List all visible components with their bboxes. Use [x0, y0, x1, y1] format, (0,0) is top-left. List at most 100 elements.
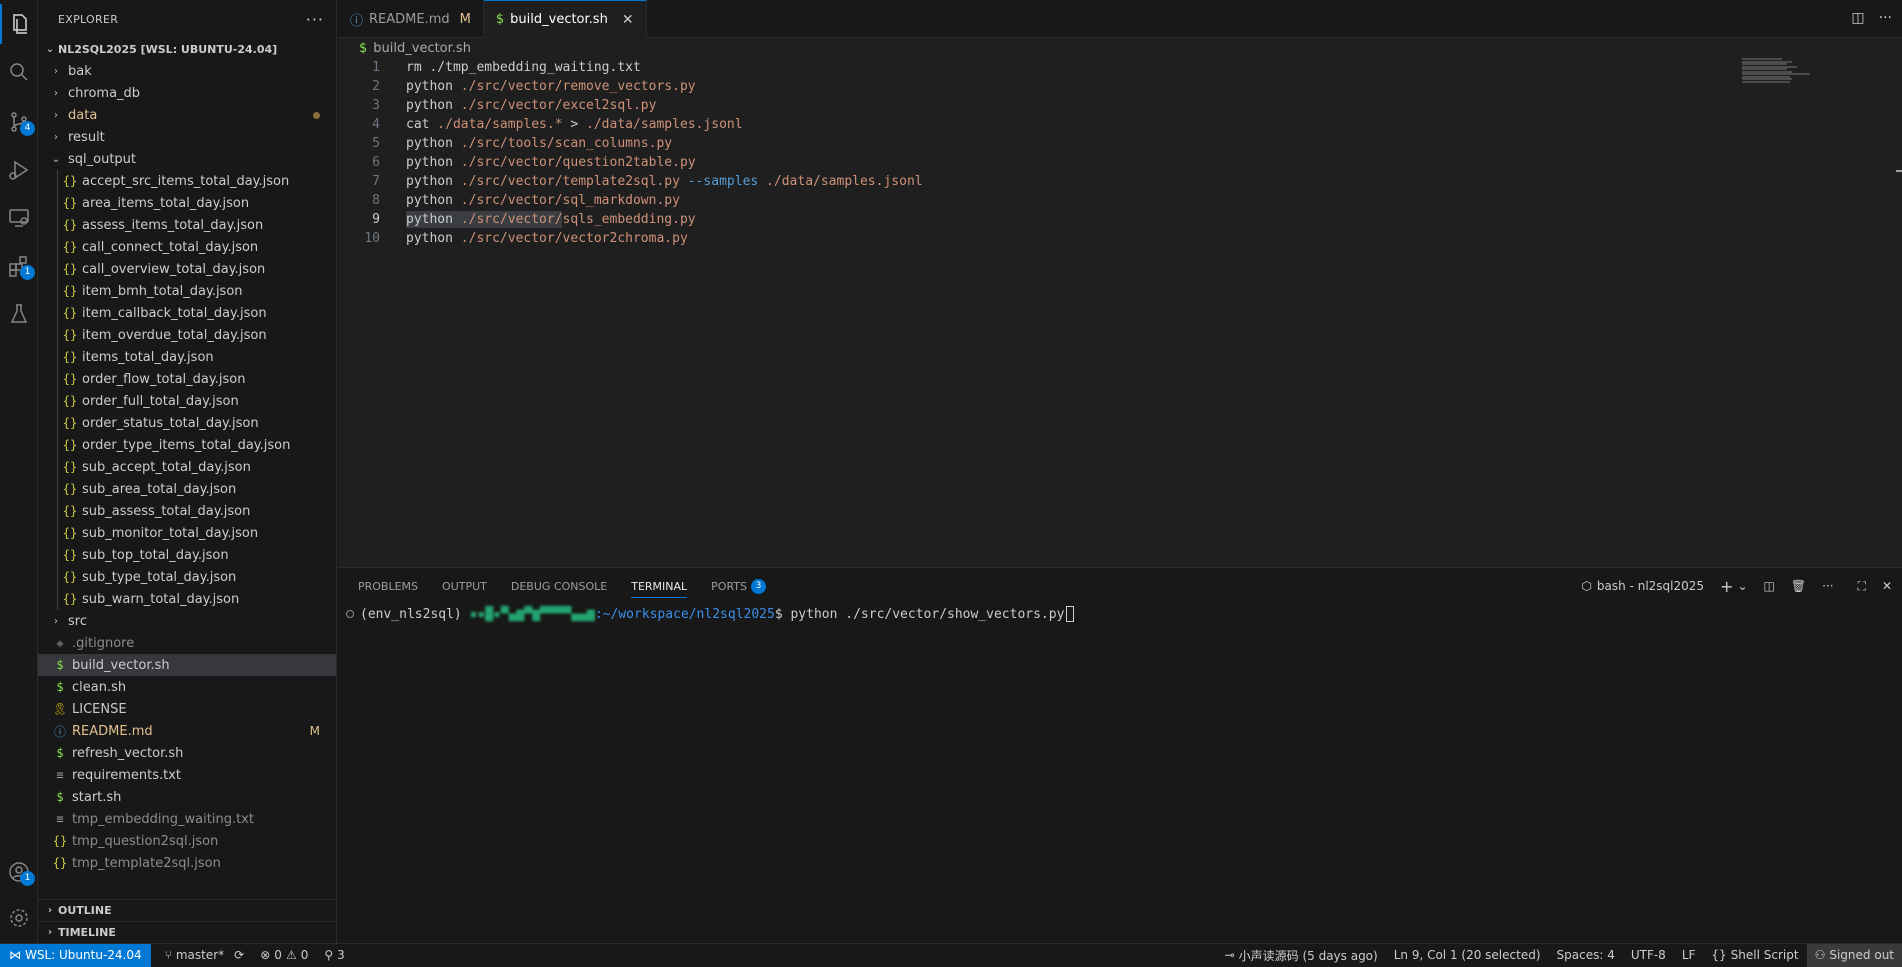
minimap[interactable] — [1742, 58, 1812, 83]
chevron-down-icon[interactable]: ⌄ — [1737, 579, 1747, 593]
encoding[interactable]: UTF-8 — [1623, 944, 1674, 967]
language-mode[interactable]: {} Shell Script — [1703, 944, 1806, 967]
workspace-root-folder[interactable]: ⌄ NL2SQL2025 [WSL: UBUNTU-24.04] — [38, 38, 336, 60]
code-line[interactable]: 4 cat ./data/samples.* > ./data/samples.j… — [338, 115, 1902, 134]
search-icon[interactable] — [0, 52, 38, 92]
file-item[interactable]: {} item_bmh_total_day.json — [38, 280, 336, 302]
file-item[interactable]: {} sub_monitor_total_day.json — [38, 522, 336, 544]
settings-gear-icon[interactable] — [0, 898, 38, 938]
file-item[interactable]: {} item_callback_total_day.json — [38, 302, 336, 324]
file-item[interactable]: {} assess_items_total_day.json — [38, 214, 336, 236]
file-item[interactable]: {} items_total_day.json — [38, 346, 336, 368]
file-item[interactable]: {} sub_top_total_day.json — [38, 544, 336, 566]
file-item[interactable]: $ build_vector.sh — [38, 654, 336, 676]
code-line[interactable]: 10 python ./src/vector/vector2chroma.py — [338, 229, 1902, 248]
sync-icon[interactable]: ⟳ — [234, 948, 244, 962]
split-editor-icon[interactable]: ◫ — [1851, 10, 1864, 26]
remote-explorer-icon[interactable] — [0, 198, 38, 238]
split-terminal-icon[interactable]: ◫ — [1764, 579, 1775, 593]
tab-label: DEBUG CONSOLE — [510, 579, 608, 593]
file-item[interactable]: {} sub_type_total_day.json — [38, 566, 336, 588]
source-control-icon[interactable]: 4 — [0, 102, 38, 142]
code-line[interactable]: 7 python ./src/vector/template2sql.py --s… — [338, 172, 1902, 191]
remote-icon: ⋈ — [9, 948, 21, 962]
folder-bak[interactable]: › bak — [38, 60, 336, 82]
remote-indicator[interactable]: ⋈ WSL: Ubuntu-24.04 — [0, 943, 151, 967]
file-item[interactable]: $ start.sh — [38, 786, 336, 808]
file-item[interactable]: ⓘ README.md M — [38, 720, 336, 742]
more-actions-icon[interactable]: ··· — [306, 10, 324, 29]
terminal-output[interactable]: (env_nls2sql) ▪▪█▪▀▄▆▀▆▀▀▀▀▄▄▆ :~/worksp… — [346, 604, 1075, 624]
code-line[interactable]: 5 python ./src/tools/scan_columns.py — [338, 134, 1902, 153]
code-line[interactable]: 1 rm ./tmp_embedding_waiting.txt — [338, 58, 1902, 77]
code-line[interactable]: 8 python ./src/vector/sql_markdown.py — [338, 191, 1902, 210]
cursor-position[interactable]: Ln 9, Col 1 (20 selected) — [1386, 944, 1549, 967]
timeline-section[interactable]: › TIMELINE — [38, 921, 337, 943]
folder-src[interactable]: › src — [38, 610, 336, 632]
code-line[interactable]: 9 python ./src/vector/sqls_embedding.py — [338, 210, 1902, 229]
file-item[interactable]: {} sub_area_total_day.json — [38, 478, 336, 500]
close-icon[interactable]: ✕ — [622, 12, 634, 28]
file-item[interactable]: {} area_items_total_day.json — [38, 192, 336, 214]
maximize-panel-icon[interactable]: ⛶ — [1858, 579, 1866, 594]
file-item[interactable]: {} accept_src_items_total_day.json — [38, 170, 336, 192]
file-item[interactable]: 🎗 LICENSE — [38, 698, 336, 720]
file-item[interactable]: {} sub_warn_total_day.json — [38, 588, 336, 610]
folder-result[interactable]: › result — [38, 126, 336, 148]
outline-section[interactable]: › OUTLINE — [38, 899, 337, 921]
code-editor[interactable]: 1 rm ./tmp_embedding_waiting.txt 2 python .… — [338, 58, 1902, 248]
file-item[interactable]: {} sub_assess_total_day.json — [38, 500, 336, 522]
tab-output[interactable]: OUTPUT — [442, 568, 487, 604]
account-status[interactable]: ⚇ Signed out — [1806, 943, 1902, 967]
end-of-line[interactable]: LF — [1674, 944, 1704, 967]
folder-chroma_db[interactable]: › chroma_db — [38, 82, 336, 104]
tab-readme[interactable]: ⓘ README.md M — [338, 0, 484, 38]
file-item[interactable]: {} order_status_total_day.json — [38, 412, 336, 434]
file-item[interactable]: ◈ .gitignore — [38, 632, 336, 654]
folder-sql_output[interactable]: ⌄ sql_output — [38, 148, 336, 170]
file-item[interactable]: {} tmp_template2sql.json — [38, 852, 336, 874]
file-item[interactable]: {} sub_accept_total_day.json — [38, 456, 336, 478]
file-item[interactable]: {} tmp_question2sql.json — [38, 830, 336, 852]
breadcrumb[interactable]: $ build_vector.sh — [338, 38, 1902, 58]
file-item[interactable]: $ clean.sh — [38, 676, 336, 698]
file-item[interactable]: {} call_overview_total_day.json — [38, 258, 336, 280]
code-line[interactable]: 2 python ./src/vector/remove_vectors.py — [338, 77, 1902, 96]
file-item[interactable]: $ refresh_vector.sh — [38, 742, 336, 764]
more-actions-icon[interactable]: ··· — [1879, 10, 1892, 26]
eol-label: LF — [1681, 948, 1696, 962]
accounts-icon[interactable]: 1 — [0, 852, 38, 892]
indentation[interactable]: Spaces: 4 — [1549, 944, 1623, 967]
tab-ports[interactable]: PORTS 3 — [711, 568, 766, 604]
new-terminal-icon[interactable]: + — [1720, 577, 1733, 596]
run-debug-icon[interactable] — [0, 150, 38, 190]
folder-data[interactable]: › data — [38, 104, 336, 126]
explorer-icon[interactable] — [0, 4, 38, 44]
more-actions-icon[interactable]: ··· — [1822, 579, 1833, 593]
terminal-selector[interactable]: ⬡ bash - nl2sql2025 — [1581, 579, 1704, 593]
tab-debug-console[interactable]: DEBUG CONSOLE — [511, 568, 607, 604]
file-item[interactable]: {} order_flow_total_day.json — [38, 368, 336, 390]
file-item[interactable]: {} item_overdue_total_day.json — [38, 324, 336, 346]
file-item[interactable]: ≡ requirements.txt — [38, 764, 336, 786]
tab-terminal[interactable]: TERMINAL — [631, 568, 687, 604]
close-panel-icon[interactable]: ✕ — [1882, 579, 1892, 593]
branch-indicator[interactable]: ⑂ master* ⟳ — [151, 944, 253, 967]
file-item[interactable]: {} order_full_total_day.json — [38, 390, 336, 412]
testing-icon[interactable] — [0, 294, 38, 334]
code-line[interactable]: 3 python ./src/vector/excel2sql.py — [338, 96, 1902, 115]
extensions-icon[interactable]: 1 — [0, 246, 38, 286]
code-line[interactable]: 6 python ./src/vector/question2table.py — [338, 153, 1902, 172]
git-blame[interactable]: ⊸ 小声读源码 (5 days ago) — [1217, 944, 1386, 967]
json-file-icon: {} — [62, 372, 78, 386]
file-item[interactable]: {} call_connect_total_day.json — [38, 236, 336, 258]
line-number: 7 — [372, 174, 380, 189]
tab-problems[interactable]: PROBLEMS — [358, 568, 418, 604]
file-item[interactable]: ≡ tmp_embedding_waiting.txt — [38, 808, 336, 830]
file-item[interactable]: {} order_type_items_total_day.json — [38, 434, 336, 456]
problems-indicator[interactable]: ⊗ 0 ⚠ 0 — [252, 944, 316, 967]
trash-icon[interactable]: 🗑 — [1791, 579, 1806, 593]
tab-build-vector[interactable]: $ build_vector.sh ✕ — [483, 0, 647, 38]
shell-file-icon: $ — [56, 746, 64, 760]
ports-indicator[interactable]: ⚲ 3 — [316, 944, 352, 967]
